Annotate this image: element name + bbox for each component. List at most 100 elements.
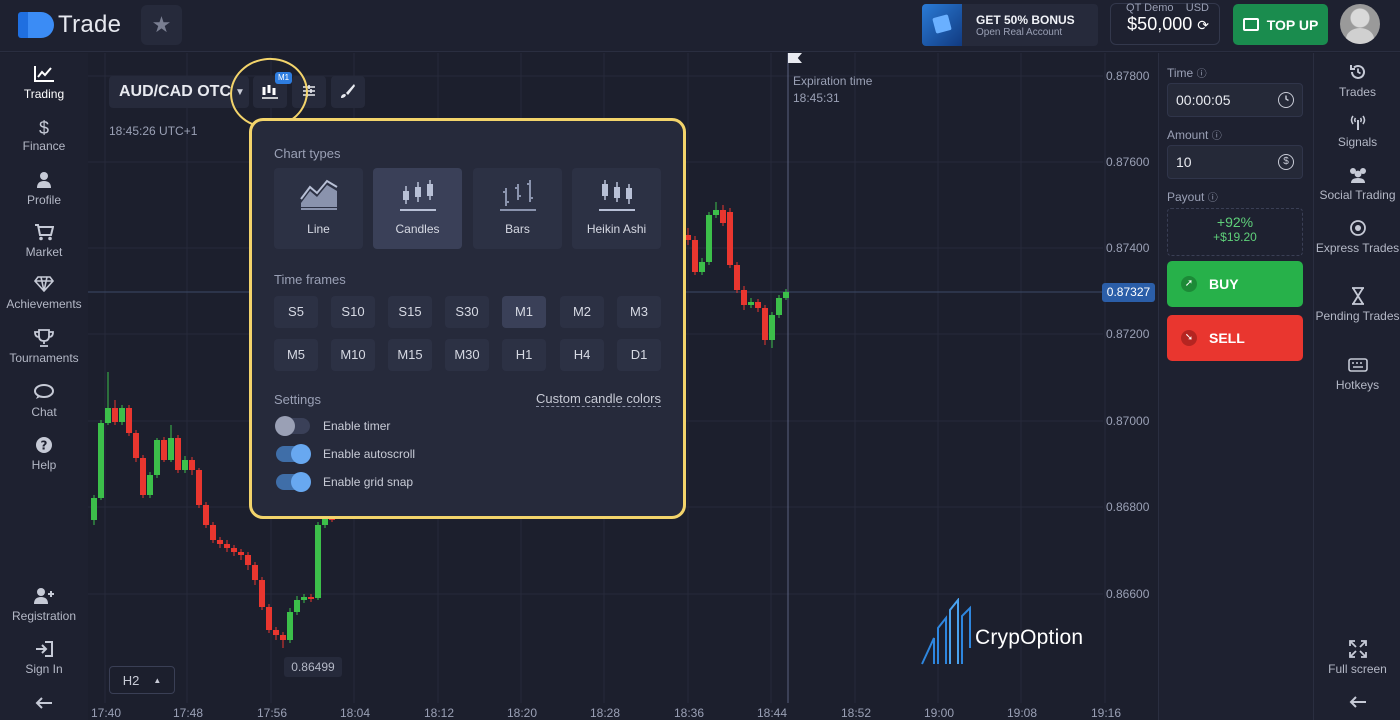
favorites-star-button[interactable]: ★ bbox=[141, 5, 182, 45]
timeframe-option-m1[interactable]: M1 bbox=[502, 296, 546, 328]
history-icon bbox=[1314, 63, 1400, 85]
timeframe-option-m2[interactable]: M2 bbox=[560, 296, 604, 328]
asset-selector[interactable]: AUD/CAD OTC ▼ bbox=[109, 76, 249, 108]
time-axis-label: 18:44 bbox=[757, 706, 788, 720]
chart-type-bars[interactable]: Bars bbox=[473, 168, 562, 249]
watermark-bars-icon bbox=[920, 597, 975, 666]
right-nav-trades[interactable]: Trades bbox=[1314, 63, 1400, 99]
top-bar: Trade ★ GET 50% BONUS Open Real Account … bbox=[0, 0, 1400, 52]
buy-label: BUY bbox=[1209, 276, 1239, 292]
chart-type-candles[interactable]: Candles bbox=[373, 168, 462, 249]
candle-body bbox=[322, 518, 328, 525]
timeframe-option-s15[interactable]: S15 bbox=[388, 296, 432, 328]
candle-body bbox=[217, 540, 223, 544]
right-nav-express-trades[interactable]: Express Trades bbox=[1314, 219, 1400, 255]
candle-body bbox=[720, 210, 726, 223]
timeframe-option-s30[interactable]: S30 bbox=[445, 296, 489, 328]
caret-up-icon: ▲ bbox=[153, 675, 162, 685]
chart-type-heikin-ashi[interactable]: Heikin Ashi bbox=[572, 168, 661, 249]
dollar-icon: $ bbox=[38, 118, 49, 138]
sidebar-item-market[interactable]: Market bbox=[0, 223, 88, 259]
collapse-sidebar-button[interactable] bbox=[0, 693, 88, 715]
enable-autoscroll-toggle[interactable] bbox=[276, 444, 311, 464]
toggle-row-grid-snap[interactable]: Enable grid snap bbox=[276, 472, 414, 492]
price-axis-label: 0.87000 bbox=[1106, 414, 1150, 428]
time-axis-label: 17:48 bbox=[173, 706, 204, 720]
chart-timeframe-selector[interactable]: H2 ▲ bbox=[109, 666, 175, 694]
candle-body bbox=[755, 302, 761, 308]
custom-candle-colors-link[interactable]: Custom candle colors bbox=[536, 391, 661, 407]
timeframe-option-m3[interactable]: M3 bbox=[617, 296, 661, 328]
avatar[interactable] bbox=[1340, 4, 1380, 44]
candle-body bbox=[154, 440, 160, 475]
right-nav-pending-trades[interactable]: Pending Trades bbox=[1314, 287, 1400, 323]
right-nav-hotkeys[interactable]: Hotkeys bbox=[1314, 356, 1400, 392]
right-nav-social-trading[interactable]: Social Trading bbox=[1314, 166, 1400, 202]
sidebar-item-profile[interactable]: Profile bbox=[0, 171, 88, 207]
timeframe-option-s10[interactable]: S10 bbox=[331, 296, 375, 328]
fullscreen-button[interactable]: Full screen bbox=[1314, 640, 1400, 676]
sell-button[interactable]: ➘ SELL bbox=[1167, 315, 1303, 361]
sidebar-item-registration[interactable]: Registration bbox=[0, 587, 88, 623]
sidebar-item-sign-in[interactable]: Sign In bbox=[0, 640, 88, 676]
sidebar-item-help[interactable]: ? Help bbox=[0, 436, 88, 472]
timeframe-option-m10[interactable]: M10 bbox=[331, 339, 375, 371]
refresh-icon[interactable]: ⟳ bbox=[1197, 17, 1209, 33]
timeframe-option-m30[interactable]: M30 bbox=[445, 339, 489, 371]
sidebar-item-tournaments[interactable]: Tournaments bbox=[0, 329, 88, 365]
candle-body bbox=[776, 298, 782, 315]
candle-body bbox=[308, 597, 314, 599]
balance-selector[interactable]: QT Demo USD $50,000 ⟳ bbox=[1110, 2, 1220, 45]
drawing-tools-button[interactable] bbox=[331, 76, 365, 108]
chart-line-icon bbox=[0, 65, 88, 87]
timeframe-option-m15[interactable]: M15 bbox=[388, 339, 432, 371]
sign-in-icon bbox=[0, 640, 88, 662]
sidebar-item-achievements[interactable]: Achievements bbox=[0, 275, 88, 311]
candle-body bbox=[713, 210, 719, 215]
collapse-right-panel-button[interactable] bbox=[1314, 693, 1400, 715]
chart-type-line[interactable]: Line bbox=[274, 168, 363, 249]
time-axis-label: 18:04 bbox=[340, 706, 371, 720]
timeframe-option-s5[interactable]: S5 bbox=[274, 296, 318, 328]
sidebar-item-label: Tournaments bbox=[9, 351, 79, 365]
time-axis-label: 17:56 bbox=[257, 706, 288, 720]
time-axis-label: 19:16 bbox=[1091, 706, 1122, 720]
right-nav-label: Full screen bbox=[1328, 662, 1387, 676]
sidebar-item-chat[interactable]: Chat bbox=[0, 383, 88, 419]
enable-timer-toggle[interactable] bbox=[275, 416, 310, 436]
wallet-icon bbox=[1242, 18, 1259, 31]
amount-input[interactable]: 10 $ bbox=[1167, 145, 1303, 179]
sidebar-item-label: Help bbox=[31, 458, 57, 472]
sell-label: SELL bbox=[1209, 330, 1245, 346]
toggle-row-autoscroll[interactable]: Enable autoscroll bbox=[276, 444, 415, 464]
candle-body bbox=[133, 433, 139, 458]
toggle-row-timer[interactable]: Enable timer bbox=[275, 416, 390, 436]
logo[interactable]: Trade bbox=[18, 10, 121, 40]
clock-icon[interactable] bbox=[1278, 92, 1294, 108]
toggle-label: Enable grid snap bbox=[323, 475, 414, 489]
low-price-marker: 0.86499 bbox=[284, 657, 342, 677]
time-input[interactable]: 00:00:05 bbox=[1167, 83, 1303, 117]
account-type: QT Demo bbox=[1126, 2, 1174, 14]
candle-body bbox=[210, 525, 216, 540]
dollar-circle-icon[interactable]: $ bbox=[1278, 154, 1294, 170]
candle-body bbox=[734, 265, 740, 290]
buy-button[interactable]: ➚ BUY bbox=[1167, 261, 1303, 307]
timeframe-option-h1[interactable]: H1 bbox=[502, 339, 546, 371]
trophy-icon bbox=[0, 329, 88, 351]
left-sidebar: Trading $ Finance Profile Market Achieve… bbox=[0, 53, 88, 720]
timeframe-option-h4[interactable]: H4 bbox=[560, 339, 604, 371]
right-nav-signals[interactable]: Signals bbox=[1314, 113, 1400, 149]
sidebar-item-finance[interactable]: $ Finance bbox=[0, 117, 88, 153]
time-axis-label: 18:28 bbox=[590, 706, 621, 720]
sidebar-item-trading[interactable]: Trading bbox=[0, 65, 88, 101]
price-axis-label: 0.86600 bbox=[1106, 587, 1150, 601]
enable-grid-snap-toggle[interactable] bbox=[276, 472, 311, 492]
top-up-button[interactable]: TOP UP bbox=[1233, 4, 1328, 45]
bonus-banner[interactable]: GET 50% BONUS Open Real Account bbox=[922, 4, 1098, 46]
timeframe-option-m5[interactable]: M5 bbox=[274, 339, 318, 371]
timeframe-option-d1[interactable]: D1 bbox=[617, 339, 661, 371]
arrow-left-icon bbox=[0, 693, 88, 715]
right-nav-label: Signals bbox=[1337, 135, 1378, 149]
time-axis-label: 18:52 bbox=[841, 706, 872, 720]
